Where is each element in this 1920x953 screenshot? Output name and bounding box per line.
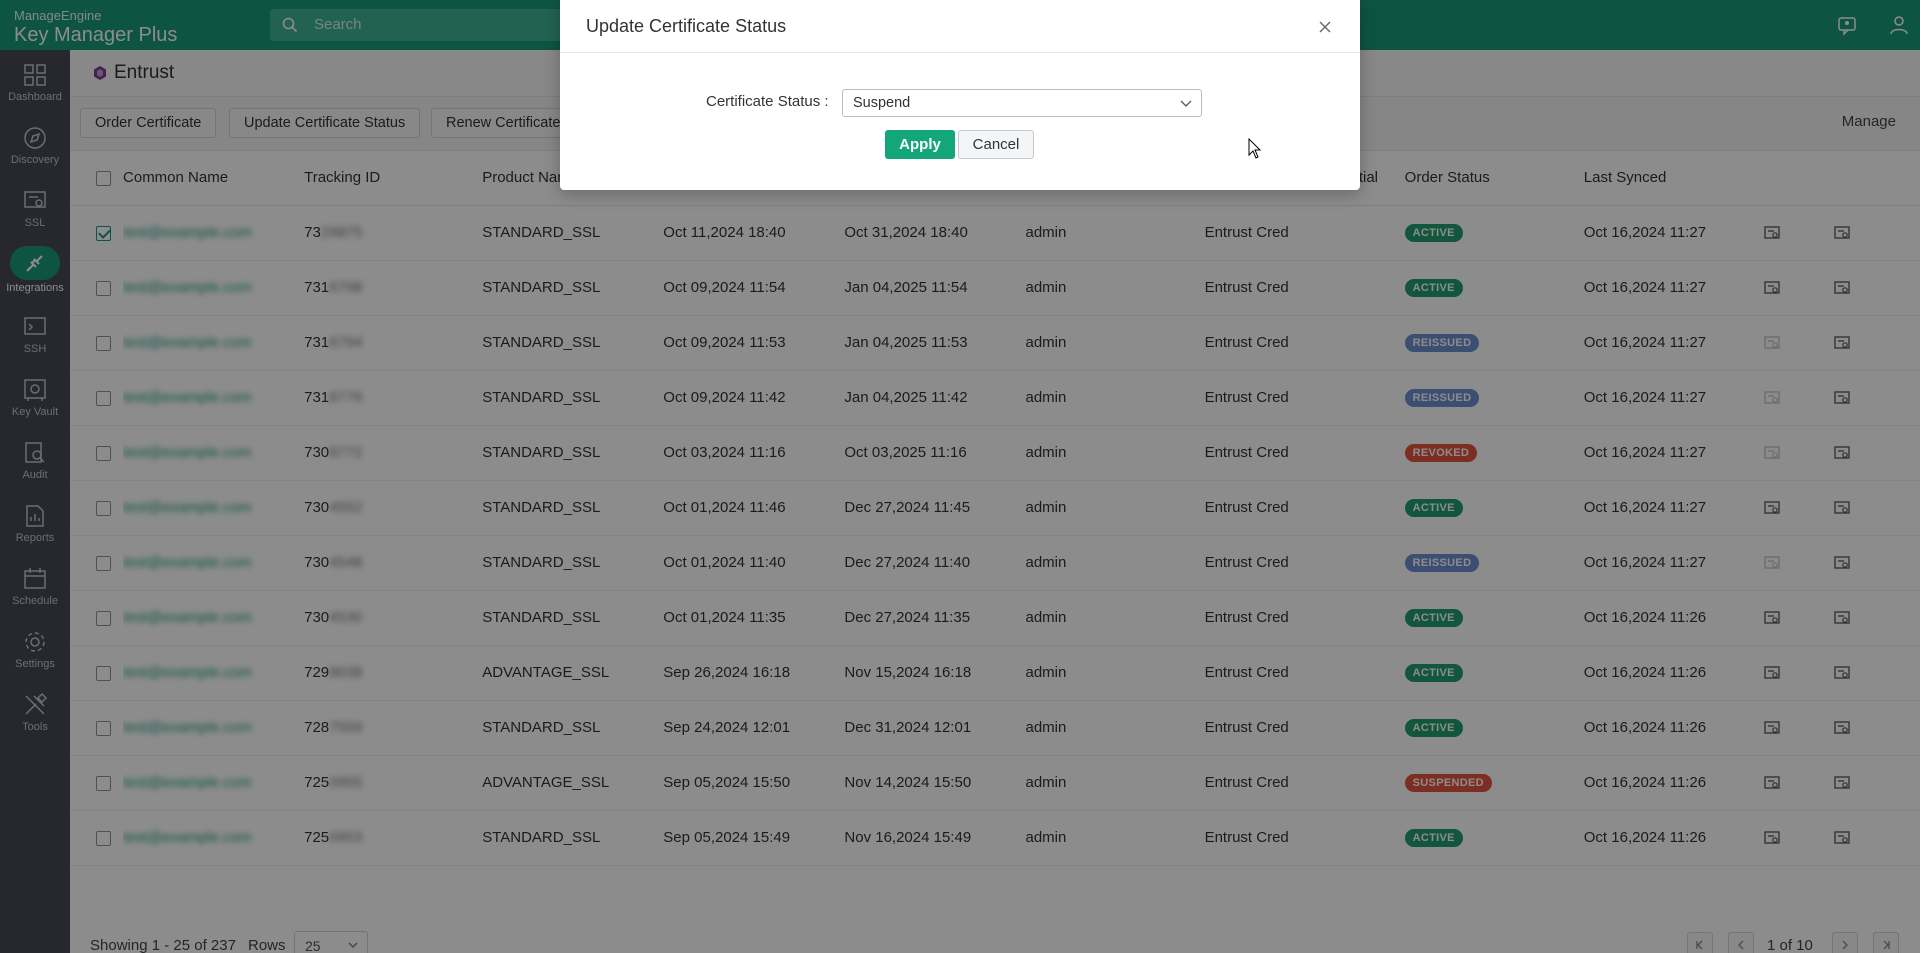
mouse-cursor-icon: [1248, 138, 1262, 159]
cancel-button[interactable]: Cancel: [958, 130, 1034, 159]
update-status-dialog: Update Certificate Status Certificate St…: [560, 0, 1360, 190]
apply-button[interactable]: Apply: [885, 130, 955, 159]
certificate-status-select[interactable]: Suspend: [842, 89, 1202, 117]
chevron-down-icon: [1180, 100, 1192, 107]
certificate-status-value: Suspend: [853, 95, 911, 111]
certificate-status-label: Certificate Status :: [706, 93, 829, 110]
dialog-header: Update Certificate Status: [560, 0, 1360, 53]
dialog-title: Update Certificate Status: [586, 16, 787, 36]
close-icon[interactable]: [1318, 20, 1332, 34]
